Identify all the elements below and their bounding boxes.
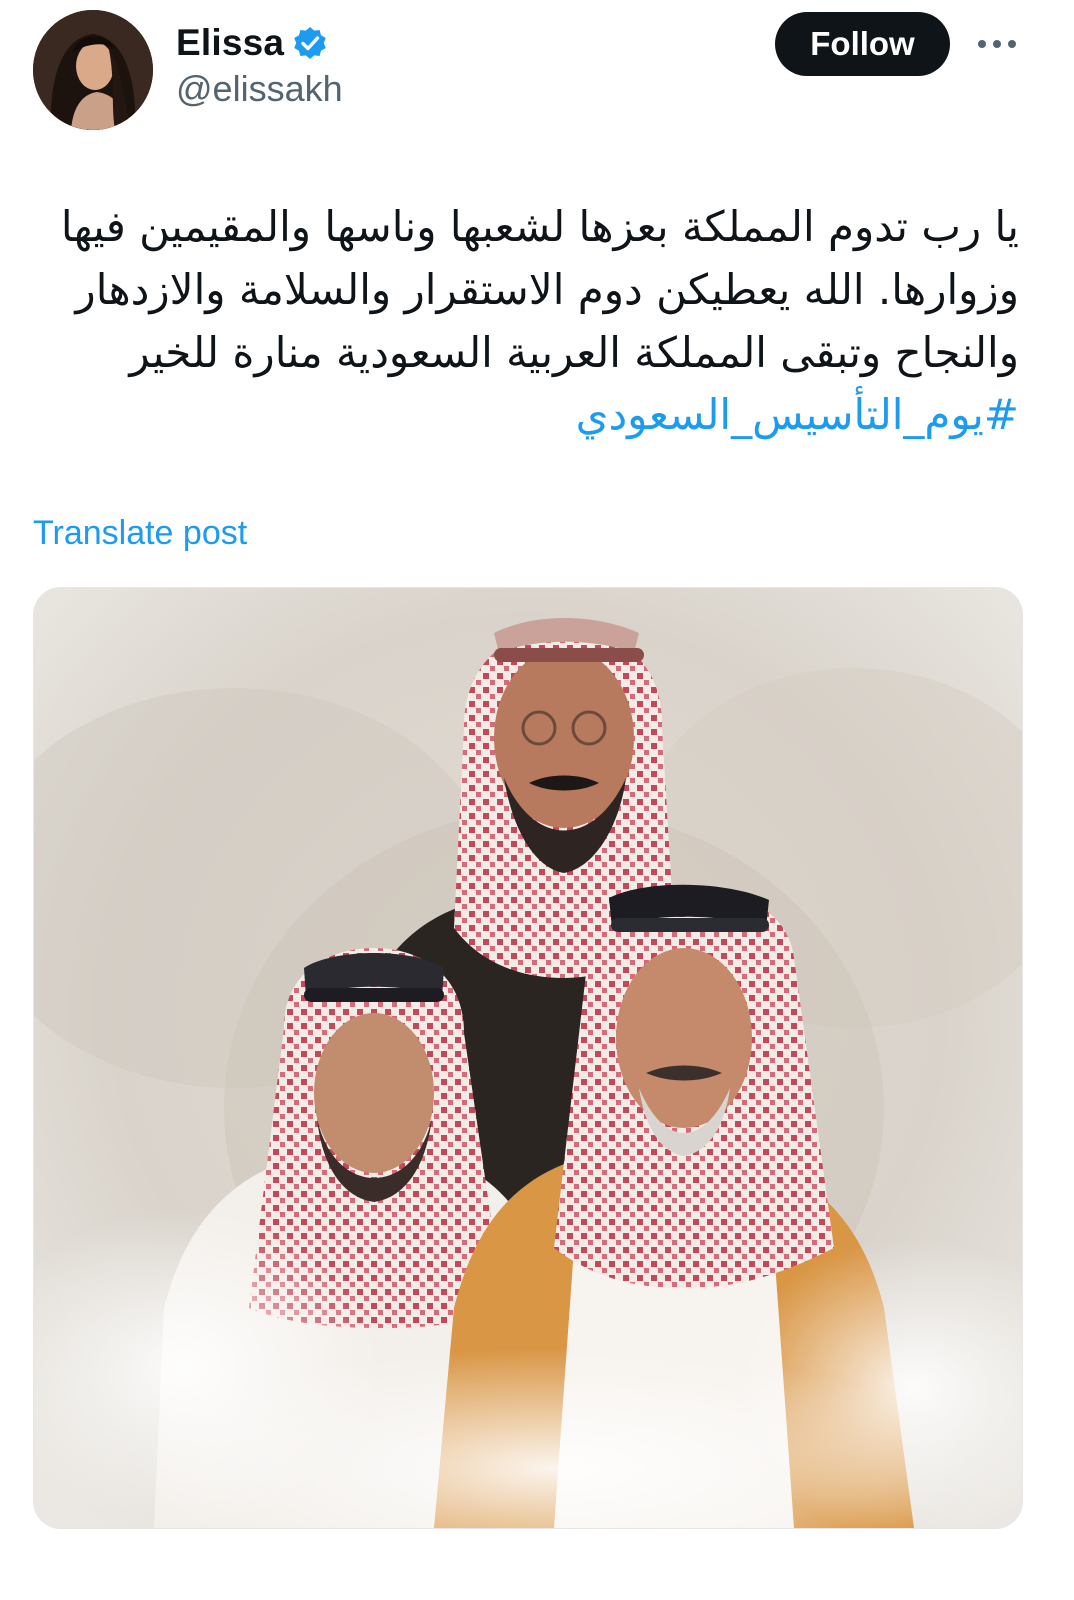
follow-button[interactable]: Follow [775,12,950,76]
hashtag-link[interactable]: #يوم_التأسيس_السعودي [576,383,1019,446]
verified-badge-icon [292,25,328,61]
post-text: يا رب تدوم المملكة بعزها لشعبها وناسها و… [29,195,1019,384]
display-name-row: Elissa [176,18,328,68]
avatar[interactable] [33,10,153,130]
post-text-line: يا رب تدوم المملكة بعزها لشعبها وناسها و… [60,202,1019,251]
post-text-line: والنجاح وتبقى المملكة العربية السعودية م… [129,328,1019,377]
display-name[interactable]: Elissa [176,22,284,64]
translate-post-link[interactable]: Translate post [33,514,247,553]
post-image[interactable] [33,587,1023,1529]
handle[interactable]: @elissakh [176,68,343,110]
post-header: Elissa @elissakh Follow [0,0,1074,150]
more-button[interactable] [972,22,1022,66]
watercolor-portrait-illustration [34,588,1022,1528]
post-text-line: وزوارها. الله يعطيكن دوم الاستقرار والسل… [75,265,1019,314]
more-horizontal-icon [978,40,1016,48]
avatar-image [33,10,153,130]
